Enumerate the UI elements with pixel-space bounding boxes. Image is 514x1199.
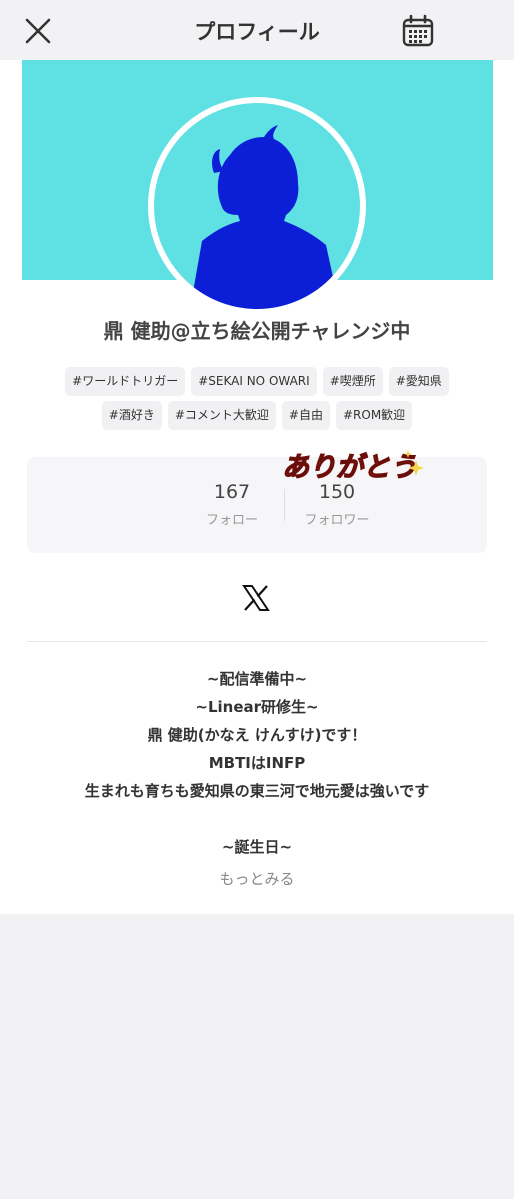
tag-chip[interactable]: #自由 [281,401,330,430]
follower-label: フォロワー [304,513,370,528]
bio-line: 生まれも育ちも愛知県の東三河で地元愛は強いです [84,782,430,800]
profile-name: 鼎 健助@立ち絵公開チャレンジ中 [103,319,411,343]
tag-chip[interactable]: #コメント大歓迎 [167,401,276,430]
tag-chip[interactable]: #SEKAI NO OWARI [191,367,317,396]
follow-stat[interactable]: 167 フォロー [177,481,287,528]
avatar-silhouette [190,125,340,309]
thanks-sticker: ありがとう [281,450,424,484]
avatar[interactable] [148,97,366,315]
tag-list-row1: #ワールドトリガー #SEKAI NO OWARI #喫煙所 #愛知県 [0,367,514,396]
bio-line: ~誕生日~ [221,838,293,856]
tag-chip[interactable]: #喫煙所 [322,367,383,396]
follow-label: フォロー [205,513,258,528]
header-bar: プロフィール [0,0,514,60]
section-divider [27,641,487,642]
tag-list-row2: #酒好き #コメント大歓迎 #自由 #ROM歓迎 [0,401,514,430]
bio-line: MBTIはINFP [208,754,306,772]
calendar-icon[interactable] [401,14,435,48]
show-more-link[interactable]: もっとみる [0,868,514,889]
page-title: プロフィール [194,20,320,44]
tag-chip[interactable]: #ワールドトリガー [65,367,186,396]
bio-line: ~Linear研修生~ [195,698,319,716]
tag-chip[interactable]: #愛知県 [388,367,449,396]
bio-line: 鼎 健助(かなえ けんすけ)です！ [147,726,367,744]
tag-chip[interactable]: #ROM歓迎 [335,401,413,430]
bio-line: ~配信準備中~ [206,670,308,688]
sticker-text: ありがとう [282,452,417,483]
follower-stat[interactable]: 150 フォロワー [282,481,392,528]
x-logo-icon[interactable] [241,583,271,613]
follow-count: 167 [213,481,251,503]
tag-chip[interactable]: #酒好き [101,401,162,430]
